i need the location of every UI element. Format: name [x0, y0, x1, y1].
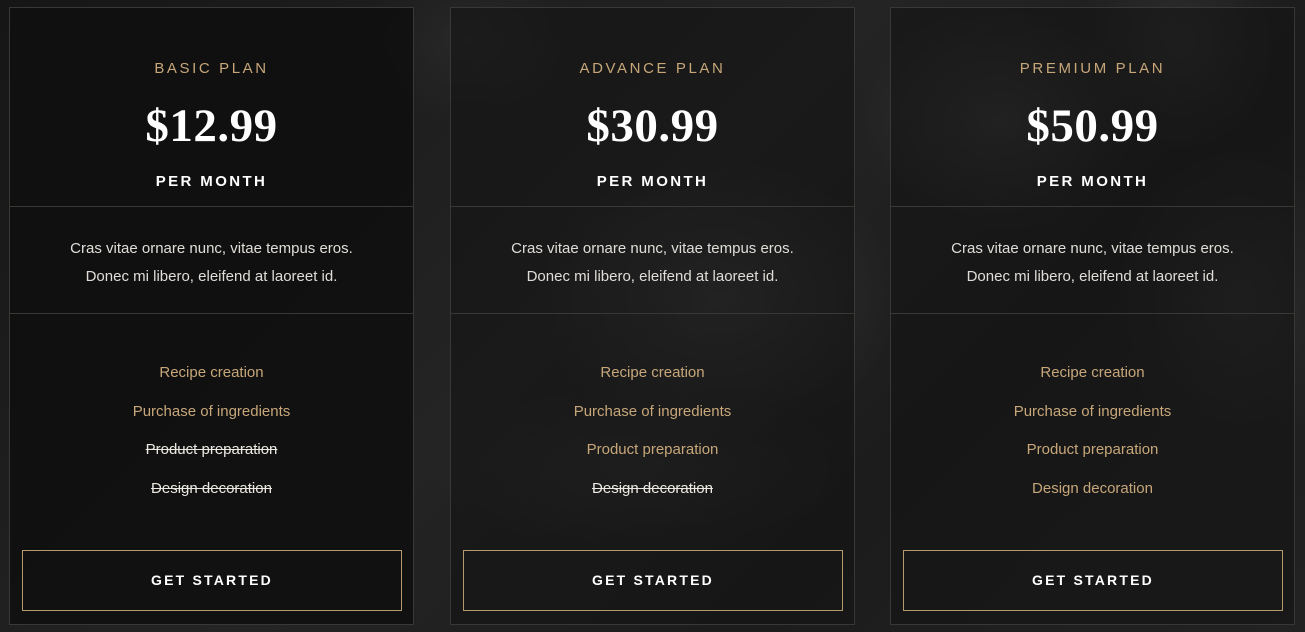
- plan-name: ADVANCE PLAN: [579, 60, 726, 77]
- plan-period: PER MONTH: [596, 173, 709, 190]
- pricing-card-header: ADVANCE PLAN $30.99 PER MONTH: [451, 8, 854, 207]
- feature-item-excluded: Design decoration: [151, 479, 272, 497]
- pricing-section: BASIC PLAN $12.99 PER MONTH Cras vitae o…: [0, 0, 1305, 632]
- plan-name: PREMIUM PLAN: [1019, 60, 1166, 77]
- feature-item: Purchase of ingredients: [1013, 402, 1172, 420]
- plan-name: BASIC PLAN: [154, 60, 269, 77]
- plan-description: Cras vitae ornare nunc, vitae tempus ero…: [891, 207, 1294, 314]
- feature-item: Product preparation: [1026, 441, 1159, 459]
- feature-item: Design decoration: [1032, 479, 1153, 497]
- plan-description-line: Donec mi libero, eleifend at laoreet id.: [85, 268, 338, 285]
- pricing-card-advance: ADVANCE PLAN $30.99 PER MONTH Cras vitae…: [450, 7, 855, 625]
- feature-list: Recipe creation Purchase of ingredients …: [10, 314, 413, 499]
- plan-price: $50.99: [1026, 100, 1159, 152]
- plan-price: $30.99: [586, 100, 719, 152]
- plan-description-line: Cras vitae ornare nunc, vitae tempus ero…: [951, 240, 1234, 257]
- feature-list: Recipe creation Purchase of ingredients …: [451, 314, 854, 499]
- plan-description-line: Cras vitae ornare nunc, vitae tempus ero…: [70, 240, 353, 257]
- plan-period: PER MONTH: [155, 173, 268, 190]
- feature-item: Recipe creation: [159, 364, 264, 381]
- plan-description-line: Cras vitae ornare nunc, vitae tempus ero…: [511, 240, 794, 257]
- feature-item: Recipe creation: [1040, 364, 1145, 381]
- feature-item-excluded: Product preparation: [145, 441, 278, 459]
- feature-list: Recipe creation Purchase of ingredients …: [891, 314, 1294, 499]
- plan-description-line: Donec mi libero, eleifend at laoreet id.: [966, 268, 1219, 285]
- get-started-button[interactable]: GET STARTED: [22, 550, 402, 611]
- feature-item-excluded: Design decoration: [592, 479, 713, 497]
- feature-item: Product preparation: [586, 441, 719, 459]
- pricing-card-premium: PREMIUM PLAN $50.99 PER MONTH Cras vitae…: [890, 7, 1295, 625]
- pricing-card-header: BASIC PLAN $12.99 PER MONTH: [10, 8, 413, 207]
- get-started-button[interactable]: GET STARTED: [463, 550, 843, 611]
- feature-item: Recipe creation: [600, 364, 705, 381]
- feature-item: Purchase of ingredients: [573, 402, 732, 420]
- pricing-card-basic: BASIC PLAN $12.99 PER MONTH Cras vitae o…: [9, 7, 414, 625]
- get-started-button[interactable]: GET STARTED: [903, 550, 1283, 611]
- plan-period: PER MONTH: [1036, 173, 1149, 190]
- feature-item: Purchase of ingredients: [132, 402, 291, 420]
- plan-description: Cras vitae ornare nunc, vitae tempus ero…: [10, 207, 413, 314]
- pricing-card-header: PREMIUM PLAN $50.99 PER MONTH: [891, 8, 1294, 207]
- plan-description: Cras vitae ornare nunc, vitae tempus ero…: [451, 207, 854, 314]
- plan-price: $12.99: [145, 100, 278, 152]
- plan-description-line: Donec mi libero, eleifend at laoreet id.: [526, 268, 779, 285]
